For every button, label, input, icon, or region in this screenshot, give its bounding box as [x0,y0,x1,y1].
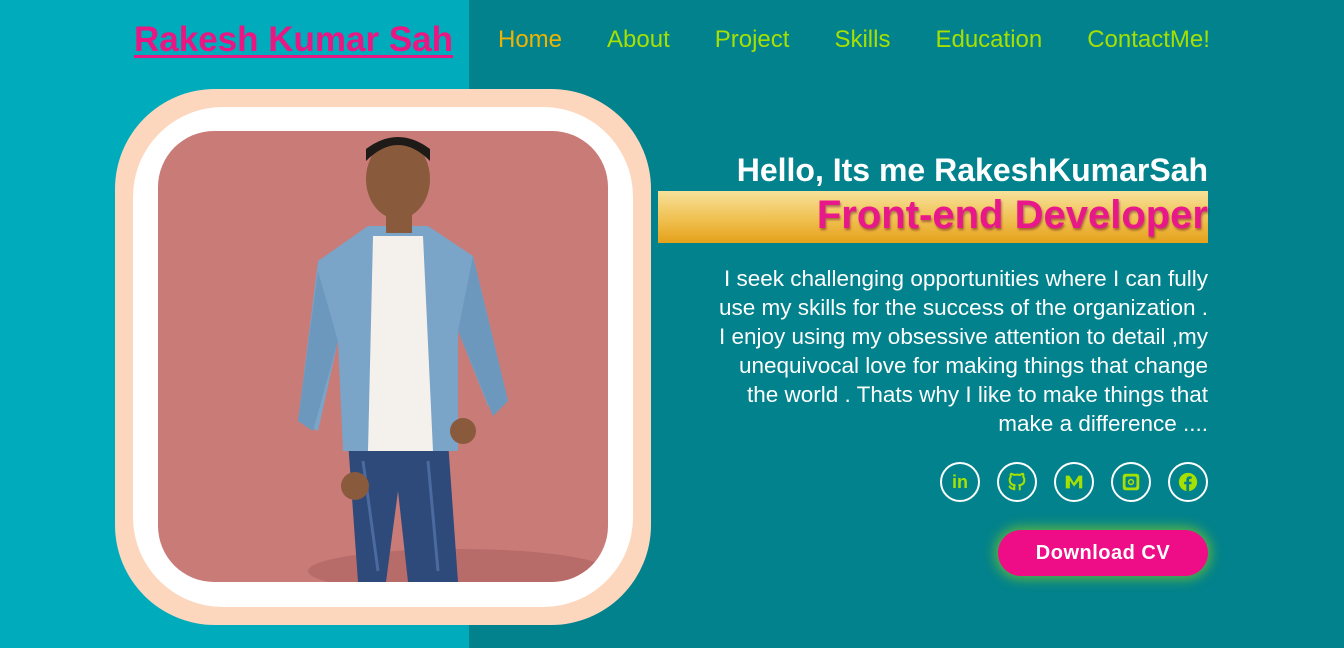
role-title: Front-end Developer [816,193,1208,237]
profile-photo [158,131,608,582]
main-nav: Home About Project Skills Education Cont… [498,26,1210,54]
bio-line: unequivocal love for making things that … [738,353,1208,378]
medium-glyph [1065,475,1083,489]
instagram-icon[interactable] [1111,462,1151,502]
nav-home[interactable]: Home [498,26,562,54]
social-links: in [940,462,1208,502]
bio-line: make a difference .... [998,411,1208,436]
medium-icon[interactable] [1054,462,1094,502]
linkedin-icon[interactable]: in [940,462,980,502]
github-icon[interactable] [997,462,1037,502]
bio-line: I enjoy using my obsessive attention to … [718,324,1208,349]
download-cv-button[interactable]: Download CV [998,530,1208,576]
facebook-glyph [1178,472,1198,492]
nav-contact[interactable]: ContactMe! [1087,26,1210,54]
facebook-icon[interactable] [1168,462,1208,502]
person-illustration [298,137,608,582]
hero-greeting: Hello, Its me RakeshKumarSah [736,152,1208,188]
brand-logo-link[interactable]: Rakesh Kumar Sah [134,20,453,60]
nav-education[interactable]: Education [935,26,1042,54]
bottom-edge [0,648,1344,652]
bio-line: the world . Thats why I like to make thi… [746,382,1208,407]
linkedin-glyph: in [952,471,968,492]
role-banner: Front-end Developer [658,191,1208,243]
hero-bio: I seek challenging opportunities where I… [650,264,1208,438]
bio-line: use my skills for the success of the org… [719,295,1208,320]
nav-project[interactable]: Project [715,26,790,54]
nav-about[interactable]: About [607,26,670,54]
github-glyph [1008,472,1026,491]
bio-line: I seek challenging opportunities where I… [723,266,1208,291]
instagram-glyph [1122,473,1140,491]
nav-skills[interactable]: Skills [834,26,890,54]
